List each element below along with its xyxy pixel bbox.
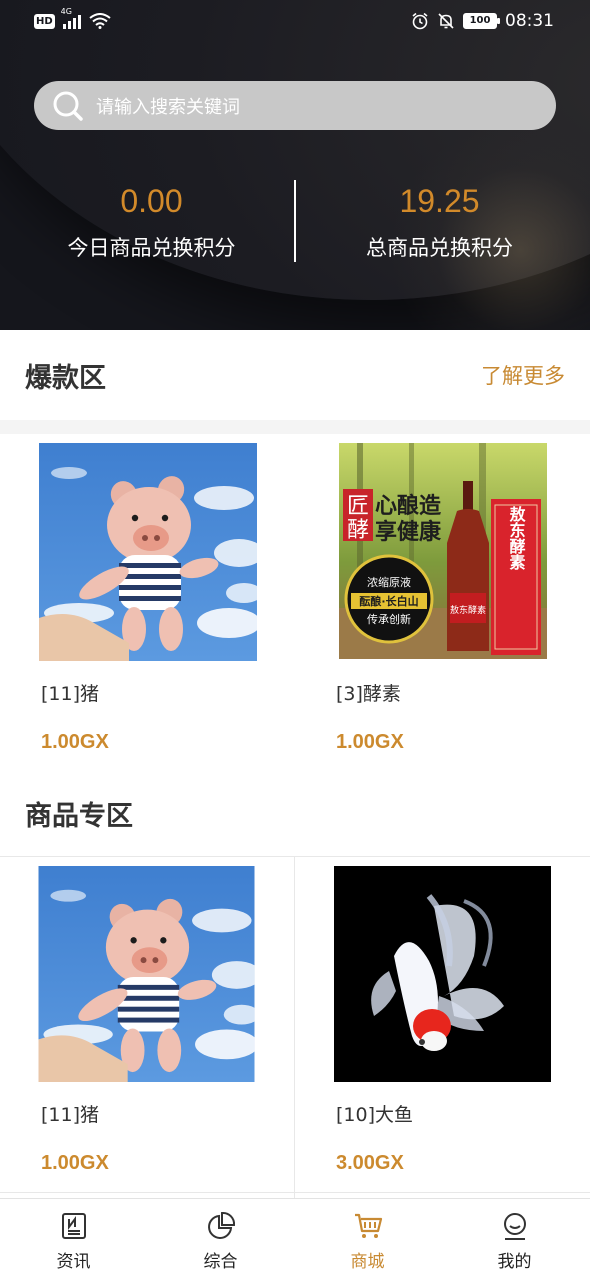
total-points-value: 19.25	[399, 183, 480, 219]
today-points: 0.00 今日商品兑换积分	[4, 178, 299, 262]
points-stats: 0.00 今日商品兑换积分 19.25 总商品兑换积分	[0, 178, 590, 268]
status-bar-left: HD 4G	[34, 7, 111, 29]
bottom-tab-bar: 资讯 综合 商城 我的	[0, 1198, 590, 1278]
hot-product-card[interactable]: [11]猪 1.00GX	[0, 434, 295, 774]
product-name: [11]猪	[41, 1104, 100, 1126]
enzyme-ad-char-1: 匠	[347, 494, 369, 519]
wifi-icon	[89, 13, 111, 29]
product-image-pig[interactable]	[39, 443, 257, 661]
enzyme-ad-circle-2: 酝酿·长白山	[359, 594, 418, 608]
cart-icon	[355, 1213, 383, 1238]
hot-product-card[interactable]: 匠 酵 心酿造 享健康 浓缩原液 酝酿·长白山 传承创新 敖东酵素 敖东酵素 […	[295, 434, 590, 774]
enzyme-ad-circle-3: 传承创新	[367, 612, 411, 626]
search-placeholder[interactable]: 请输入搜索关键词	[96, 93, 240, 119]
learn-more-link[interactable]: 了解更多	[481, 360, 565, 390]
product-image-enzyme[interactable]: 匠 酵 心酿造 享健康 浓缩原液 酝酿·长白山 传承创新 敖东酵素 敖东酵素	[339, 443, 557, 661]
hot-section-title: 爆款区	[25, 362, 106, 394]
status-bar-right: 100 08:31	[411, 11, 554, 31]
product-name: [10]大鱼	[336, 1104, 414, 1126]
tab-news[interactable]: 资讯	[0, 1199, 147, 1278]
enzyme-ad-char-2: 酵	[347, 518, 369, 543]
tab-label: 资讯	[56, 1252, 91, 1272]
today-points-value: 0.00	[120, 183, 183, 219]
tab-overview[interactable]: 综合	[147, 1199, 294, 1278]
product-image-pig[interactable]	[38, 866, 255, 1082]
enzyme-bottle-label: 敖东酵素	[450, 604, 486, 616]
product-image-goldfish[interactable]	[334, 866, 551, 1082]
grid-divider	[0, 1192, 590, 1193]
product-section-header: 商品专区	[0, 768, 590, 858]
section-gap	[0, 420, 590, 434]
total-points-label: 总商品兑换积分	[366, 236, 513, 260]
tab-label: 商城	[350, 1252, 385, 1272]
search-icon	[53, 91, 83, 121]
enzyme-box-label: 敖东酵素	[507, 505, 526, 571]
today-points-label: 今日商品兑换积分	[67, 236, 236, 260]
product-name: [3]酵素	[336, 683, 401, 705]
network-type-label: 4G	[60, 7, 72, 16]
search-bar[interactable]: 请输入搜索关键词	[34, 81, 556, 130]
product-price: 3.00GX	[336, 1152, 404, 1174]
product-card[interactable]: [10]大鱼 3.00GX	[295, 856, 590, 1192]
status-bar: HD 4G 100 08:31	[0, 0, 590, 42]
tab-label: 我的	[497, 1252, 532, 1272]
enzyme-ad-slogan-2: 享健康	[375, 519, 442, 545]
battery-icon: 100	[463, 13, 500, 29]
product-price: 1.00GX	[336, 731, 404, 753]
tab-label: 综合	[203, 1252, 238, 1272]
status-time: 08:31	[505, 11, 554, 31]
cellular-signal-icon: 4G	[61, 7, 81, 29]
profile-icon	[504, 1213, 526, 1240]
tab-profile[interactable]: 我的	[441, 1199, 588, 1278]
hd-badge: HD	[34, 13, 55, 29]
header-banner: HD 4G 100 08:31 请输入搜索关键词 0.00 今日商品兑换积分 1…	[0, 0, 590, 330]
product-name: [11]猪	[41, 683, 100, 705]
product-section-title: 商品专区	[25, 800, 133, 832]
alarm-icon	[412, 12, 428, 30]
enzyme-ad-slogan-1: 心酿造	[375, 493, 441, 519]
news-icon	[62, 1213, 86, 1239]
mute-notification-icon	[438, 13, 454, 29]
product-price: 1.00GX	[41, 1152, 109, 1174]
product-price: 1.00GX	[41, 731, 109, 753]
pie-chart-icon	[208, 1211, 236, 1239]
tab-mall[interactable]: 商城	[294, 1199, 441, 1278]
enzyme-ad-circle-1: 浓缩原液	[367, 575, 411, 589]
hot-section-header: 爆款区 了解更多	[0, 330, 590, 420]
product-card[interactable]: [11]猪 1.00GX	[0, 856, 295, 1192]
total-points: 19.25 总商品兑换积分	[292, 178, 587, 262]
